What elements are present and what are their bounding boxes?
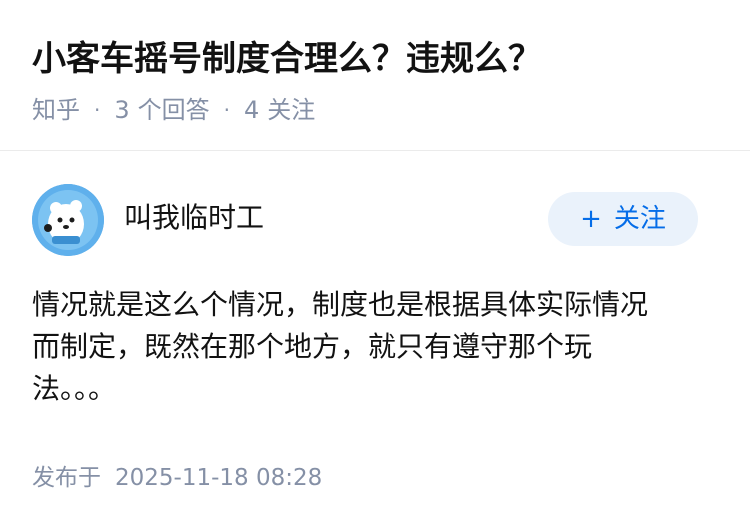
plus-icon: + [580,204,602,234]
answer-content-line: 而制定，既然在那个地方，就只有遵守那个玩 [32,330,593,363]
source-label[interactable]: 知乎 [32,94,80,126]
follow-button-label: 关注 [613,204,666,234]
meta-separator: · [223,98,230,122]
author-row: 叫我临时工 + 关注 [32,184,718,256]
answer-content-line: 情况就是这么个情况，制度也是根据具体实际情况 [32,288,649,321]
meta-separator: · [94,98,101,122]
avatar-icon[interactable] [32,184,104,256]
follow-button[interactable]: + 关注 [548,192,698,246]
follower-count: 4 [244,96,260,124]
publish-label: 发布于 [32,465,101,491]
answer-count-label[interactable]: 个回答 [138,94,210,126]
answer-content-line: 法。。。 [32,372,117,405]
author-name[interactable]: 叫我临时工 [124,198,264,238]
publish-time: 2025-11-18 08:28 [115,465,323,491]
avatar-image [32,184,104,256]
answer-content[interactable]: 情况就是这么个情况，制度也是根据具体实际情况 而制定，既然在那个地方，就只有遵守… [32,284,702,410]
publish-info: 发布于 2025-11-18 08:28 [32,462,322,494]
answer-count: 3 [114,96,130,124]
question-title[interactable]: 小客车摇号制度合理么？违规么？ [32,36,542,82]
question-header: 小客车摇号制度合理么？违规么？ 知乎 · 3 个回答 · 4 关注 [0,0,750,151]
follower-count-label[interactable]: 关注 [267,94,315,126]
question-meta: 知乎 · 3 个回答 · 4 关注 [32,94,315,126]
